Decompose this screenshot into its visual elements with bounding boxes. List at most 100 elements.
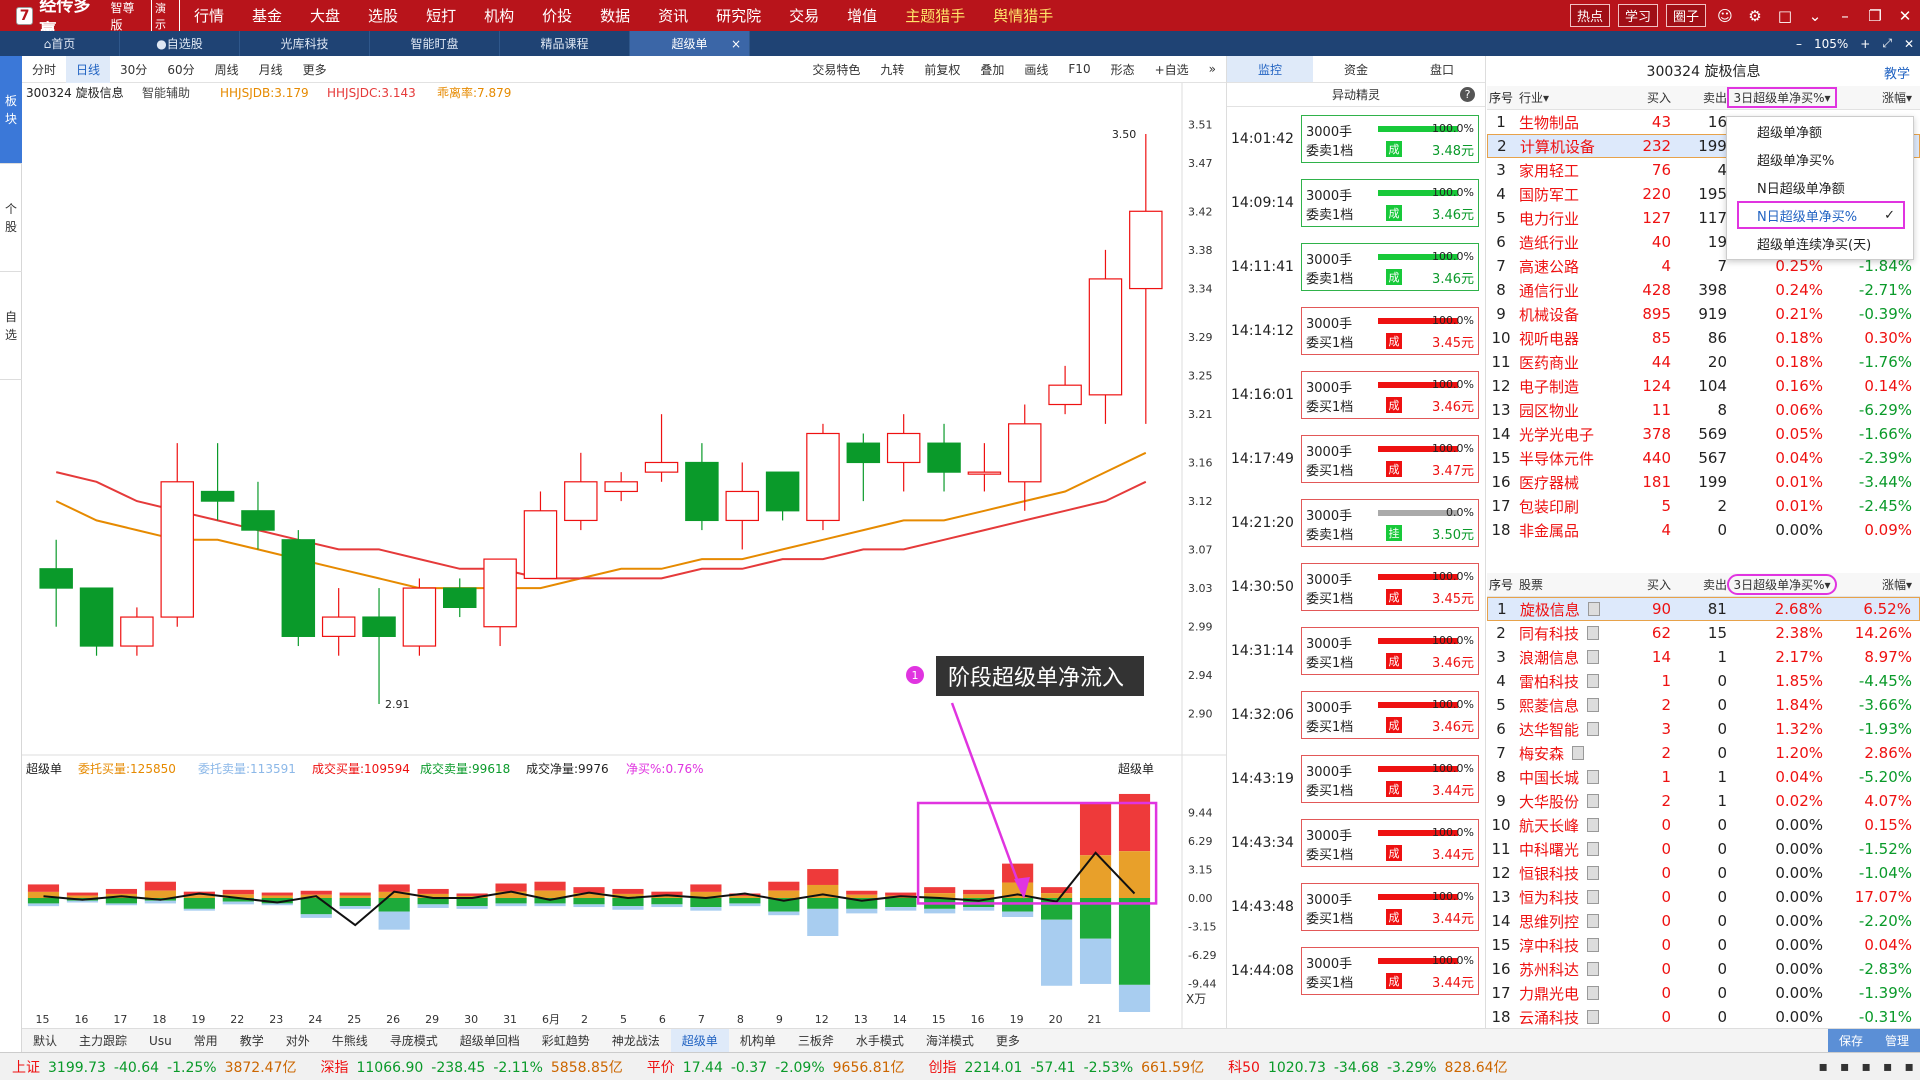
candle-body[interactable]: [160, 481, 194, 618]
tool-6[interactable]: 形态: [1101, 56, 1145, 83]
menu-item-13[interactable]: 舆情猎手: [979, 5, 1067, 26]
signal-icon[interactable]: ▪: [1905, 1059, 1915, 1075]
monitor-tab-1[interactable]: 资金: [1313, 56, 1399, 82]
tab-3[interactable]: 智能盯盘: [370, 31, 500, 56]
monitor-item[interactable]: 14:43:34 3000手 委买1档 100.0% 成 3.44元: [1227, 811, 1487, 875]
calendar-icon[interactable]: ▪: [1819, 1059, 1829, 1075]
dropdown-option-0[interactable]: 超级单净额: [1727, 117, 1913, 145]
menu-item-2[interactable]: 大盘: [296, 5, 354, 26]
table-row[interactable]: 12 恒银科技 0 0 0.00% -1.04%: [1487, 861, 1920, 885]
table-row[interactable]: 5 熙菱信息 2 0 1.84% -3.66%: [1487, 693, 1920, 717]
close-icon[interactable]: ×: [731, 37, 741, 51]
menu-item-4[interactable]: 短打: [412, 5, 470, 26]
candle-body[interactable]: [362, 616, 396, 637]
monitor-item[interactable]: 14:11:41 3000手 委卖1档 100.0% 成 3.46元: [1227, 235, 1487, 299]
candle-body[interactable]: [321, 616, 356, 637]
dropdown-option-1[interactable]: 超级单净买%: [1727, 145, 1913, 173]
bottom-tab-1[interactable]: 主力跟踪: [68, 1029, 138, 1053]
bottom-tab-4[interactable]: 教学: [229, 1029, 275, 1053]
close-icon[interactable]: ✕: [1894, 5, 1916, 27]
header-c6[interactable]: 涨幅 ▾: [1837, 576, 1920, 593]
bell-icon[interactable]: ▪: [1862, 1059, 1872, 1075]
table-row[interactable]: 7 梅安森 2 0 1.20% 2.86%: [1487, 741, 1920, 765]
dropdown-option-4[interactable]: 超级单连续净买(天): [1727, 229, 1913, 257]
table-row[interactable]: 18 云涌科技 0 0 0.00% -0.31%: [1487, 1005, 1920, 1029]
header-c4[interactable]: 卖出: [1671, 89, 1727, 106]
period-1[interactable]: 日线: [66, 55, 111, 83]
table-row[interactable]: 18 非金属品 4 0 0.00% 0.09%: [1487, 518, 1920, 542]
plus-icon[interactable]: +: [1860, 37, 1870, 51]
doc-icon[interactable]: [1587, 650, 1600, 664]
menu-item-6[interactable]: 价投: [528, 5, 586, 26]
candle-body[interactable]: [39, 568, 73, 589]
menu-item-3[interactable]: 选股: [354, 5, 412, 26]
tool-7[interactable]: +自选: [1145, 56, 1199, 83]
monitor-tab-0[interactable]: 监控: [1227, 56, 1313, 82]
vnav-item-2[interactable]: 自选: [0, 272, 22, 380]
candle-body[interactable]: [765, 471, 800, 512]
vnav-item-0[interactable]: 板块: [0, 56, 22, 164]
table-row[interactable]: 14 思维列控 0 0 0.00% -2.20%: [1487, 909, 1920, 933]
table-row[interactable]: 9 大华股份 2 1 0.02% 4.07%: [1487, 789, 1920, 813]
bottom-tab-13[interactable]: 三板斧: [787, 1029, 845, 1053]
candle-body[interactable]: [402, 587, 437, 647]
menu-item-5[interactable]: 机构: [470, 5, 528, 26]
bottom-tab-10[interactable]: 神龙战法: [601, 1029, 671, 1053]
table-row[interactable]: 15 半导体元件 440 567 0.04% -2.39%: [1487, 446, 1920, 470]
tab-0[interactable]: ⌂ 首页: [0, 31, 120, 56]
bottom-tab-3[interactable]: 常用: [183, 1029, 229, 1053]
monitor-item[interactable]: 14:01:42 3000手 委卖1档 100.0% 成 3.48元: [1227, 107, 1487, 171]
table-row[interactable]: 16 苏州科达 0 0 0.00% -2.83%: [1487, 957, 1920, 981]
expand-icon[interactable]: ⤢: [1882, 36, 1892, 51]
tool-5[interactable]: F10: [1058, 56, 1100, 83]
header-c6[interactable]: 涨幅 ▾: [1837, 89, 1920, 106]
candle-body[interactable]: [523, 510, 558, 580]
tab-1[interactable]: ● 自选股: [120, 31, 240, 56]
status-index-3[interactable]: 创指 2214.01 -57.41 -2.53% 661.59亿: [917, 1057, 1217, 1077]
tab-4[interactable]: 精品课程: [500, 31, 630, 56]
table-row[interactable]: 14 光学光电子 378 569 0.05% -1.66%: [1487, 422, 1920, 446]
monitor-item[interactable]: 14:21:20 3000手 委卖1档 0.0% 挂 3.50元: [1227, 491, 1487, 555]
teach-link[interactable]: 教学: [1884, 63, 1910, 82]
menu-item-11[interactable]: 增值: [833, 5, 891, 26]
candle-body[interactable]: [685, 461, 719, 522]
candle-body[interactable]: [1129, 210, 1163, 290]
table-row[interactable]: 11 医药商业 44 20 0.18% -1.76%: [1487, 350, 1920, 374]
menu-item-0[interactable]: 行情: [180, 5, 238, 26]
hot-button[interactable]: 热点: [1569, 4, 1610, 27]
bottom-tab-7[interactable]: 寻庞模式: [379, 1029, 449, 1053]
menu-item-8[interactable]: 资讯: [644, 5, 702, 26]
table-row[interactable]: 8 通信行业 428 398 0.24% -2.71%: [1487, 278, 1920, 302]
candle-body[interactable]: [1008, 423, 1042, 483]
minimize-icon[interactable]: –: [1834, 5, 1856, 27]
header-c2[interactable]: 股票: [1515, 576, 1615, 593]
doc-icon[interactable]: [1587, 986, 1600, 1000]
learn-button[interactable]: 学习: [1617, 4, 1658, 27]
table-row[interactable]: 17 力鼎光电 0 0 0.00% -1.39%: [1487, 981, 1920, 1005]
table-row[interactable]: 17 包装印刷 5 2 0.01% -2.45%: [1487, 494, 1920, 518]
header-c4[interactable]: 卖出: [1671, 576, 1727, 593]
status-index-1[interactable]: 深指 11066.90 -238.45 -2.11% 5858.85亿: [308, 1057, 634, 1077]
bottom-tab-14[interactable]: 水手模式: [845, 1029, 915, 1053]
chevron-down-icon[interactable]: ⌄: [1804, 5, 1826, 27]
candle-body[interactable]: [120, 616, 154, 647]
circle-button[interactable]: 圈子: [1665, 4, 1706, 27]
header-c2[interactable]: 行业 ▾: [1515, 89, 1615, 106]
table-row[interactable]: 13 恒为科技 0 0 0.00% 17.07%: [1487, 885, 1920, 909]
bottom-tab-9[interactable]: 彩虹趋势: [531, 1029, 601, 1053]
monitor-tab-2[interactable]: 盘口: [1399, 56, 1485, 82]
minus-icon[interactable]: –: [1796, 37, 1802, 51]
status-index-2[interactable]: 平价 17.44 -0.37 -2.09% 9656.81亿: [635, 1057, 917, 1077]
bottom-tab-12[interactable]: 机构单: [729, 1029, 787, 1053]
header-c3[interactable]: 买入: [1615, 89, 1671, 106]
menu-item-9[interactable]: 研究院: [702, 5, 775, 26]
table-row[interactable]: 3 浪潮信息 14 1 2.17% 8.97%: [1487, 645, 1920, 669]
table-row[interactable]: 12 电子制造 124 104 0.16% 0.14%: [1487, 374, 1920, 398]
tool-4[interactable]: 画线: [1014, 56, 1058, 83]
mail-icon[interactable]: ▪: [1840, 1059, 1850, 1075]
table-row[interactable]: 15 淳中科技 0 0 0.00% 0.04%: [1487, 933, 1920, 957]
monitor-item[interactable]: 14:09:14 3000手 委卖1档 100.0% 成 3.46元: [1227, 171, 1487, 235]
monitor-item[interactable]: 14:43:48 3000手 委买1档 100.0% 成 3.44元: [1227, 875, 1487, 939]
bottom-tab-8[interactable]: 超级单回档: [449, 1029, 531, 1053]
doc-icon[interactable]: [1587, 890, 1600, 904]
